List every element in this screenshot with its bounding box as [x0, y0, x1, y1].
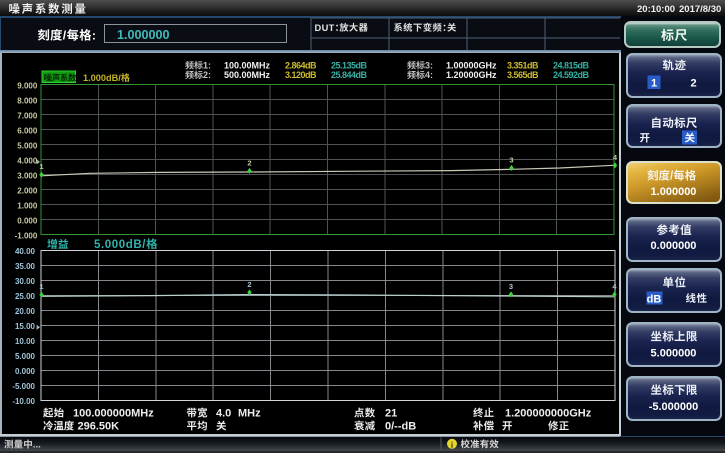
svg-text:4.0: 4.0	[216, 408, 231, 420]
svg-text:500.00MHz: 500.00MHz	[224, 70, 271, 80]
svg-text:1.20000GHz: 1.20000GHz	[446, 70, 497, 80]
svg-text:-5.000: -5.000	[12, 382, 35, 391]
svg-text:5.000: 5.000	[17, 142, 38, 151]
svg-text:296.50K: 296.50K	[78, 421, 120, 433]
svg-text:20:10:00: 20:10:00	[637, 4, 675, 15]
svg-text:7.000: 7.000	[17, 112, 38, 121]
svg-text:4: 4	[612, 282, 617, 291]
svg-text:24.592dB: 24.592dB	[553, 70, 590, 80]
svg-text:1.000dB/: 1.000dB/	[83, 73, 121, 83]
svg-text:0.000: 0.000	[17, 217, 38, 226]
svg-text:2: 2	[247, 158, 251, 167]
svg-text:8.000: 8.000	[17, 97, 38, 106]
svg-text:1.200000000GHz: 1.200000000GHz	[505, 408, 592, 420]
svg-text:4: 4	[613, 153, 618, 162]
svg-text:1: 1	[39, 162, 43, 171]
svg-text:9.000: 9.000	[17, 82, 38, 91]
svg-text:6.000: 6.000	[17, 127, 38, 136]
svg-text:-5.000000: -5.000000	[649, 401, 699, 413]
svg-text:40.00: 40.00	[15, 247, 36, 256]
svg-text:4:: 4:	[425, 70, 433, 80]
svg-text:2:: 2:	[203, 70, 211, 80]
svg-text:21: 21	[385, 408, 397, 420]
svg-text::: :	[92, 29, 96, 43]
svg-text:2017/8/30: 2017/8/30	[679, 4, 721, 15]
svg-text:3: 3	[509, 155, 513, 164]
svg-text:2: 2	[690, 78, 696, 90]
svg-text:100.000000MHz: 100.000000MHz	[73, 408, 154, 420]
svg-text:0/--dB: 0/--dB	[385, 421, 416, 433]
svg-text:3: 3	[509, 282, 513, 291]
svg-text:24.815dB: 24.815dB	[553, 61, 590, 71]
svg-text:1.00000GHz: 1.00000GHz	[446, 61, 497, 71]
svg-text:dB: dB	[647, 293, 662, 305]
svg-text:0.000: 0.000	[15, 367, 36, 376]
svg-text:25.00: 25.00	[15, 292, 36, 301]
svg-text:3:: 3:	[425, 61, 433, 71]
svg-text:1.000000: 1.000000	[117, 28, 170, 42]
svg-text:25.844dB: 25.844dB	[331, 70, 368, 80]
svg-text:2.000: 2.000	[17, 187, 38, 196]
svg-text:5.000dB/: 5.000dB/	[94, 239, 146, 251]
svg-text:...: ...	[33, 440, 41, 451]
svg-text:30.00: 30.00	[15, 277, 36, 286]
svg-text:3.351dB: 3.351dB	[507, 61, 539, 71]
svg-text:-10.00: -10.00	[12, 397, 35, 406]
svg-text:MHz: MHz	[238, 408, 261, 420]
svg-text:3.000: 3.000	[17, 172, 38, 181]
svg-text:3.120dB: 3.120dB	[285, 70, 317, 80]
svg-text:20.00: 20.00	[15, 307, 36, 316]
svg-text:1:: 1:	[203, 61, 211, 71]
svg-text:5.000000: 5.000000	[651, 348, 697, 360]
svg-text:2.864dB: 2.864dB	[285, 61, 317, 71]
svg-text:1: 1	[651, 78, 657, 90]
svg-text:1: 1	[39, 282, 43, 291]
svg-text:1.000: 1.000	[17, 202, 38, 211]
svg-text:2: 2	[247, 280, 251, 289]
svg-text:4.000: 4.000	[17, 157, 38, 166]
svg-text:/: /	[63, 29, 67, 43]
svg-text:/: /	[670, 171, 674, 183]
svg-text:DUT: DUT	[315, 23, 335, 33]
svg-text:10.00: 10.00	[15, 337, 36, 346]
svg-text:15.00: 15.00	[15, 322, 36, 331]
svg-text:1.000000: 1.000000	[651, 186, 697, 198]
svg-text:5.000: 5.000	[15, 352, 36, 361]
svg-text:0.000000: 0.000000	[651, 240, 697, 252]
svg-text:25.135dB: 25.135dB	[331, 61, 368, 71]
svg-text:3.565dB: 3.565dB	[507, 70, 539, 80]
svg-text:-1.000: -1.000	[15, 232, 38, 241]
svg-text:35.00: 35.00	[15, 262, 36, 271]
svg-text:100.00MHz: 100.00MHz	[224, 61, 271, 71]
